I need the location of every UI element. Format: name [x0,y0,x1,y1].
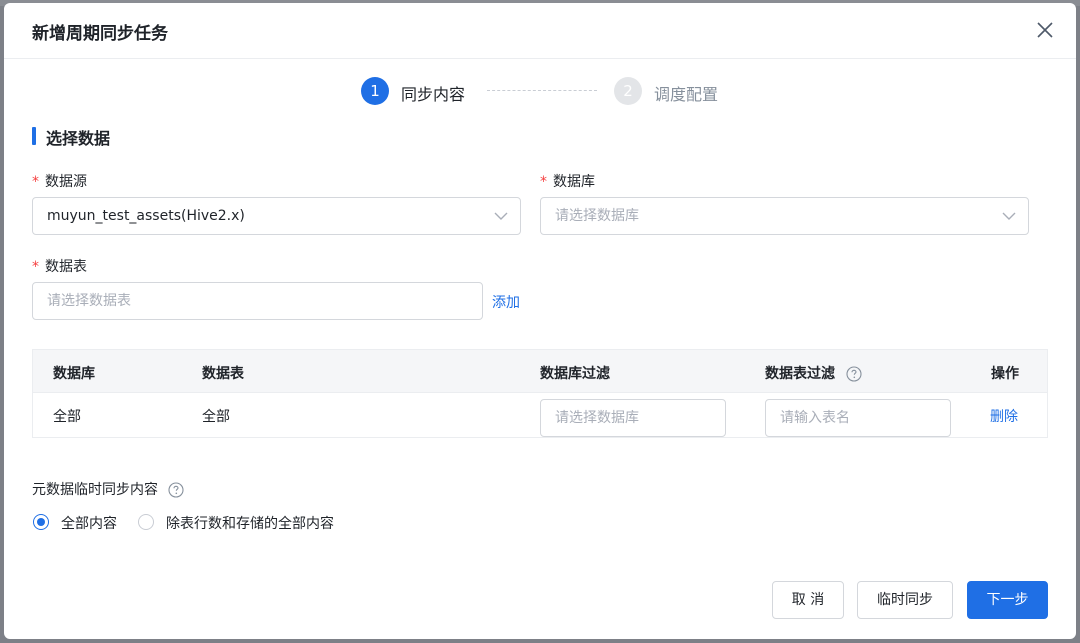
next-step-button[interactable]: 下一步 [967,581,1048,619]
help-icon[interactable] [168,482,185,498]
required-mark: * [32,174,39,190]
cell-table: 全部 [202,409,230,425]
header-action: 操作 [991,366,1019,382]
database-label-text: 数据库 [553,174,595,190]
close-icon[interactable] [1034,19,1056,41]
chevron-down-icon [494,212,508,220]
selection-table: 数据库 数据表 数据库过滤 数据表过滤 操作 全部 全部 请选择数据库 请输入表… [32,349,1048,438]
step-1-indicator: 1 [361,77,389,105]
chevron-down-icon [1002,212,1016,220]
modal-title: 新增周期同步任务 [32,24,168,44]
radio-indicator-checked [33,514,49,530]
header-table-filter-text: 数据表过滤 [765,366,835,382]
step-2-indicator: 2 [614,77,642,105]
table-filter-placeholder: 请输入表名 [780,410,850,426]
datasource-label: * 数据源 [32,171,87,191]
header-table-filter: 数据表过滤 [765,363,862,383]
database-placeholder: 请选择数据库 [555,208,639,224]
datasource-value: muyun_test_assets(Hive2.x) [47,208,245,224]
database-select[interactable]: 请选择数据库 [540,197,1029,235]
table-label-text: 数据表 [45,259,87,275]
cancel-button[interactable]: 取 消 [772,581,844,619]
required-mark: * [540,174,547,190]
modal-header: 新增周期同步任务 [4,3,1076,59]
database-label: * 数据库 [540,171,595,191]
metadata-sync-label: 元数据临时同步内容 [32,479,185,499]
cell-database: 全部 [53,409,81,425]
header-database-filter: 数据库过滤 [540,366,610,382]
radio-exclude-rows-storage-label: 除表行数和存储的全部内容 [166,516,334,532]
step-2-label: 调度配置 [654,85,719,104]
radio-all-content-label: 全部内容 [61,516,117,532]
temp-sync-button[interactable]: 临时同步 [857,581,953,619]
add-table-link[interactable]: 添加 [492,292,520,312]
modal-dialog: 新增周期同步任务 1 同步内容 2 调度配置 选择数据 * 数据源 muyun_t… [4,3,1076,639]
datasource-label-text: 数据源 [45,174,87,190]
step-1-label: 同步内容 [401,85,466,104]
required-mark: * [32,259,39,275]
table-label: * 数据表 [32,256,87,276]
step-connector [487,90,597,91]
metadata-sync-label-text: 元数据临时同步内容 [32,482,158,498]
radio-indicator-unchecked [138,514,154,530]
help-icon[interactable] [846,366,862,382]
database-filter-input[interactable]: 请选择数据库 [540,399,726,437]
table-select-input[interactable]: 请选择数据表 [32,282,483,320]
database-filter-placeholder: 请选择数据库 [555,410,639,426]
delete-row-link[interactable]: 删除 [990,406,1018,426]
datasource-select[interactable]: muyun_test_assets(Hive2.x) [32,197,521,235]
header-table: 数据表 [202,366,244,382]
table-placeholder: 请选择数据表 [47,293,131,309]
table-header-row: 数据库 数据表 数据库过滤 数据表过滤 操作 [33,350,1047,393]
section-accent-bar [32,127,36,145]
header-database: 数据库 [53,366,95,382]
table-filter-input[interactable]: 请输入表名 [765,399,951,437]
section-title: 选择数据 [46,129,111,148]
